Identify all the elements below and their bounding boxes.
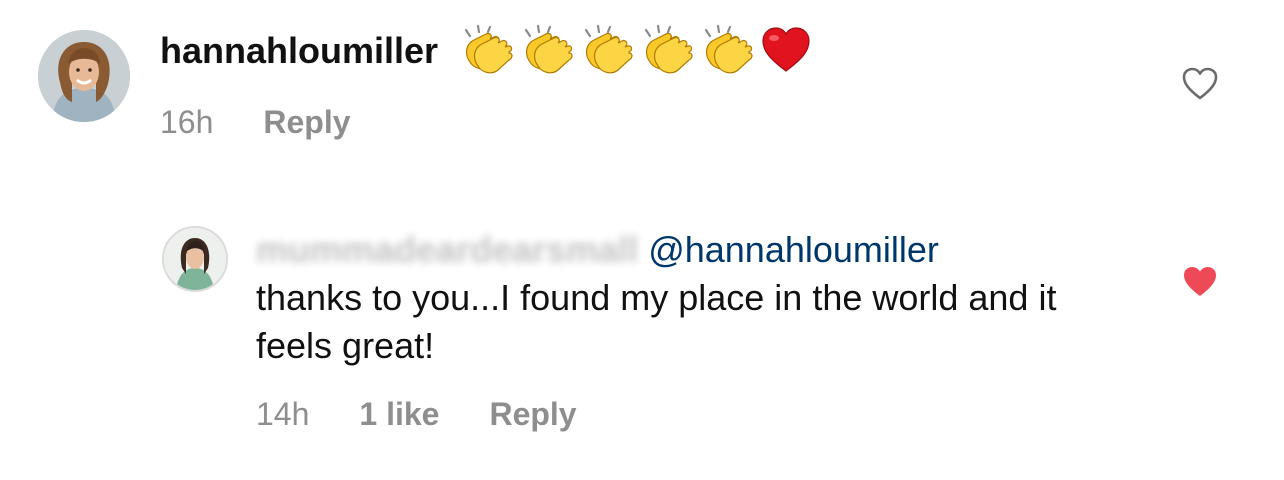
reply-meta: 14h 1 like Reply: [256, 392, 577, 436]
comment-meta: 16h Reply: [160, 100, 351, 144]
clapping-hands-icon: [584, 24, 633, 74]
clapping-hands-icon: [644, 24, 693, 74]
avatar[interactable]: [162, 226, 228, 292]
avatar[interactable]: [38, 30, 130, 122]
clapping-hands-icon: [464, 24, 513, 74]
comment-username[interactable]: hannahloumiller: [160, 30, 438, 72]
reply-text: thanks to you...I found my place in the …: [256, 277, 1057, 366]
reply-username[interactable]: mummadeardearsmall: [256, 229, 638, 270]
like-button[interactable]: [1180, 64, 1220, 104]
reply-timestamp: 14h: [256, 395, 310, 432]
heart-filled-icon: [1184, 267, 1216, 296]
heart-outline-icon: [1182, 67, 1218, 100]
red-heart-icon: [762, 27, 810, 72]
clapping-hands-icon: [704, 24, 753, 74]
comment-timestamp: 16h: [160, 103, 214, 140]
mention-link[interactable]: @hannahloumiller: [648, 229, 939, 270]
comment-emoji-text: [456, 22, 812, 80]
profile-avatar-icon: [164, 228, 226, 290]
comment-header: hannahloumiller: [160, 24, 812, 78]
clapping-hands-icon: [524, 24, 573, 74]
likes-count[interactable]: 1 like: [359, 396, 439, 433]
comment-thread: hannahloumiller 16h Reply mummadeardears…: [0, 0, 1284, 480]
profile-avatar-icon: [38, 30, 130, 122]
like-button[interactable]: [1180, 262, 1220, 302]
reply-button[interactable]: Reply: [489, 396, 576, 433]
reply-content: mummadeardearsmall @hannahloumiller thank…: [256, 226, 1136, 370]
reply-button[interactable]: Reply: [263, 104, 350, 141]
